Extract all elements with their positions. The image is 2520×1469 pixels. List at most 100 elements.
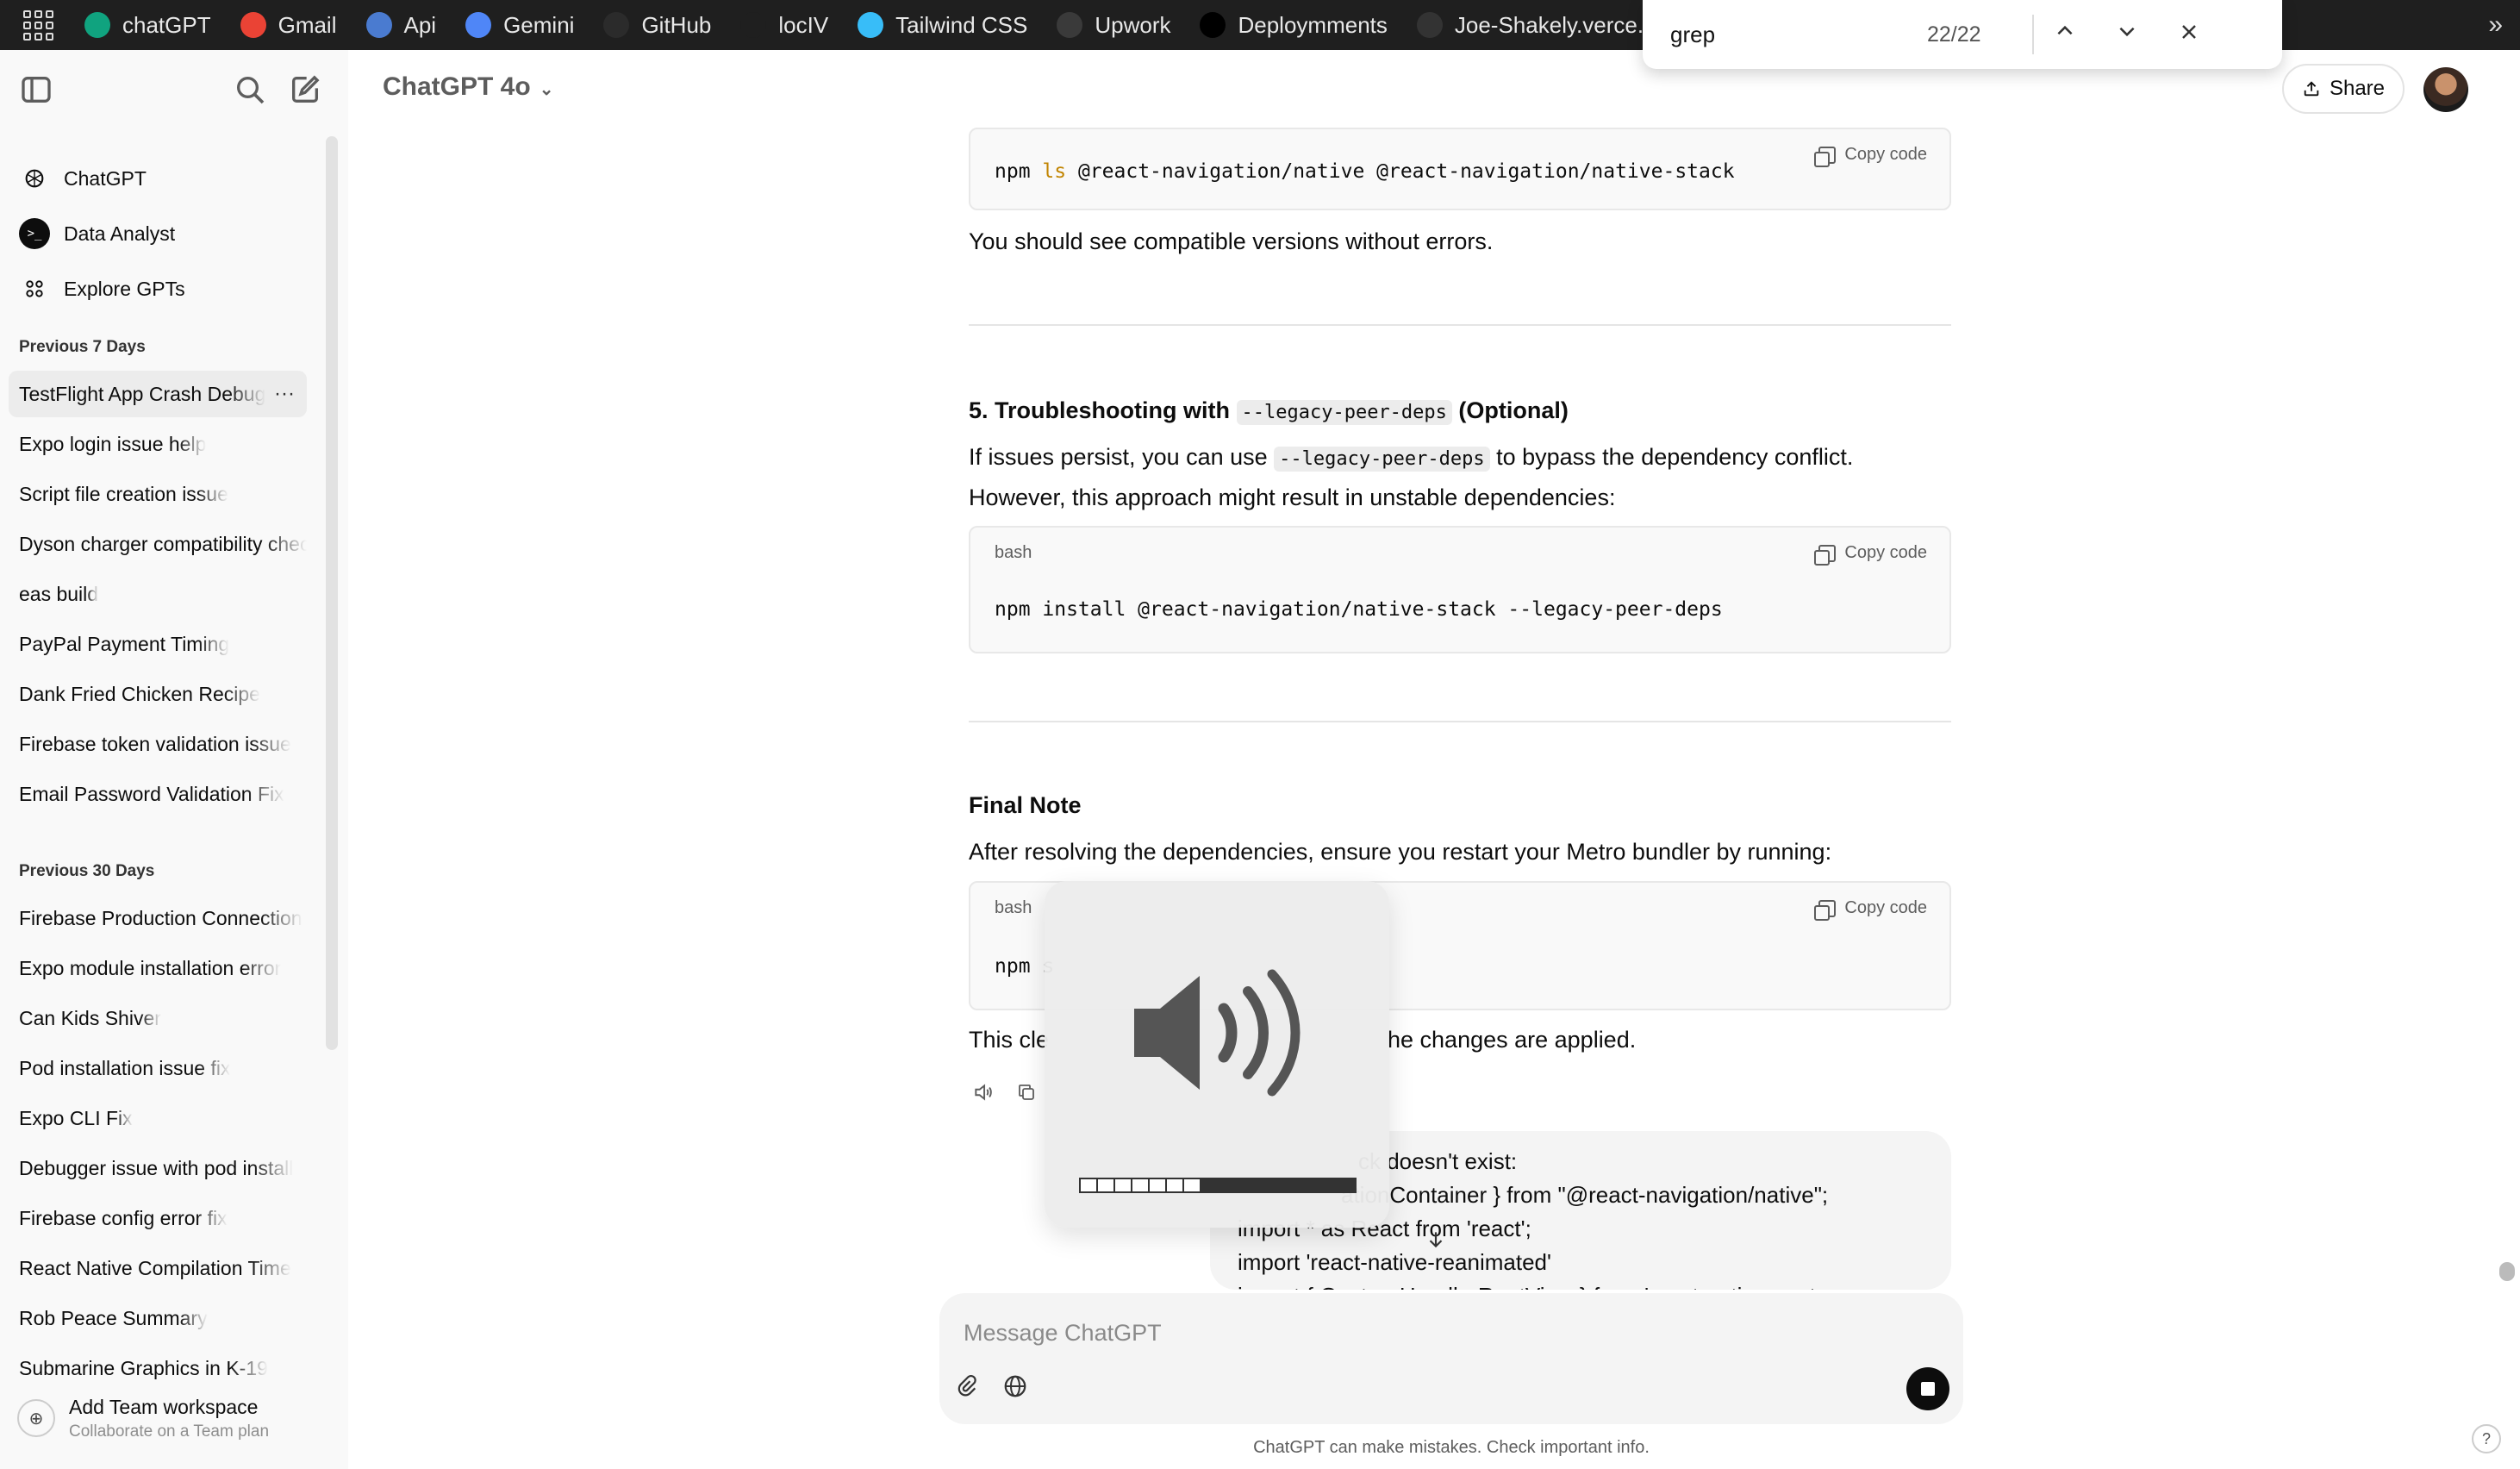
bookmark-gmail[interactable]: Gmail xyxy=(240,12,337,39)
upwork-icon xyxy=(1057,12,1083,38)
chat-history-item[interactable]: Submarine Graphics in K-19 xyxy=(9,1345,307,1391)
chat-history-item[interactable]: Firebase Production Connection xyxy=(9,895,307,941)
find-input[interactable]: grep xyxy=(1670,22,1894,48)
bookmark-upwork[interactable]: Upwork xyxy=(1057,12,1170,39)
bookmark-api[interactable]: Api xyxy=(365,11,437,39)
bookmark-label: Api xyxy=(403,11,437,38)
chat-history-item[interactable]: Dank Fried Chicken Recipe xyxy=(9,671,307,717)
bookmark-gemini[interactable]: Gemini xyxy=(465,12,574,39)
sidebar-gpt-explore[interactable]: Explore GPTs xyxy=(9,266,307,312)
api-icon xyxy=(365,12,392,38)
copy-message-icon[interactable] xyxy=(1014,1079,1039,1105)
find-next-button[interactable] xyxy=(2096,20,2158,49)
copy-code-button[interactable]: Copy code xyxy=(1814,898,1927,921)
volume-segment xyxy=(1305,1179,1322,1191)
copy-code-label: Copy code xyxy=(1844,145,1927,164)
bookmark-deploymments[interactable]: Deploymments xyxy=(1200,11,1388,39)
chat-history-item[interactable]: eas build xyxy=(9,571,307,617)
chat-title: Expo login issue help xyxy=(19,432,207,455)
grid-icon xyxy=(19,273,50,304)
inline-code: --legacy-peer-deps xyxy=(1274,447,1490,472)
attach-button[interactable] xyxy=(950,1369,984,1403)
code-language: bash xyxy=(995,543,1032,562)
more-options-icon[interactable]: ··· xyxy=(274,382,295,406)
sidebar-gpt-data-analyst[interactable]: >_ Data Analyst xyxy=(9,210,307,257)
sidebar-item-label: Data Analyst xyxy=(64,222,176,245)
close-icon xyxy=(2182,25,2196,39)
search-icon[interactable] xyxy=(233,72,267,107)
volume-segment xyxy=(1339,1179,1355,1191)
bookmark-label: Upwork xyxy=(1095,11,1171,38)
inline-code: --legacy-peer-deps xyxy=(1236,400,1452,425)
sidebar: ChatGPT >_ Data Analyst Explore GPTs Pre… xyxy=(0,50,348,1469)
sidebar-header xyxy=(0,50,348,128)
paragraph: After resolving the dependencies, ensure… xyxy=(969,839,1832,865)
divider xyxy=(969,721,1951,722)
read-aloud-icon[interactable] xyxy=(970,1079,996,1105)
copy-code-button[interactable]: Copy code xyxy=(1814,543,1927,566)
volume-segment xyxy=(1219,1179,1236,1191)
web-search-button[interactable] xyxy=(998,1369,1032,1403)
chat-history-item[interactable]: Script file creation issue xyxy=(9,471,307,517)
chat-history-item[interactable]: Rob Peace Summary xyxy=(9,1295,307,1341)
vercel-icon xyxy=(1200,12,1226,38)
bookmark-label: Joe-Shakely.verce... xyxy=(1454,11,1656,38)
bookmark-chatgpt[interactable]: chatGPT xyxy=(84,12,211,39)
chat-history-item[interactable]: Pod installation issue fix xyxy=(9,1045,307,1091)
new-chat-icon[interactable] xyxy=(288,72,322,107)
volume-segment xyxy=(1115,1179,1132,1191)
chat-title: PayPal Payment Timing xyxy=(19,632,230,655)
bookmark-github[interactable]: GitHub xyxy=(603,12,711,39)
share-button[interactable]: Share xyxy=(2282,64,2405,114)
chat-history-item[interactable]: Debugger issue with pod install xyxy=(9,1145,307,1191)
chat-history-item[interactable]: Expo login issue help xyxy=(9,421,307,467)
apps-grid-icon[interactable] xyxy=(19,9,57,41)
help-button[interactable]: ? xyxy=(2472,1424,2501,1453)
chat-history-item[interactable]: Expo module installation error xyxy=(9,945,307,991)
copy-code-label: Copy code xyxy=(1844,898,1927,917)
chevron-up-icon xyxy=(2057,25,2073,35)
chat-history-item[interactable]: Can Kids Shiver xyxy=(9,995,307,1041)
find-prev-button[interactable] xyxy=(2034,20,2096,49)
chat-history-item[interactable]: Expo CLI Fix xyxy=(9,1095,307,1141)
find-close-button[interactable] xyxy=(2158,20,2220,49)
sidebar-gpt-chatgpt[interactable]: ChatGPT xyxy=(9,155,307,202)
github-icon xyxy=(603,12,630,38)
add-team-workspace-button[interactable]: ⊕ Add Team workspace Collaborate on a Te… xyxy=(17,1388,327,1448)
scroll-down-button[interactable] xyxy=(1417,1221,1455,1259)
model-selector[interactable]: ChatGPT 4o ⌄ xyxy=(383,72,553,102)
code-line: npm install @react-navigation/native-sta… xyxy=(995,598,1723,621)
site-icon xyxy=(1416,12,1443,38)
section-previous-7-days: Previous 7 Days xyxy=(19,338,146,356)
bookmark-label: Gemini xyxy=(503,11,575,38)
openai-icon xyxy=(19,163,50,194)
bookmark-lociv[interactable]: locIV xyxy=(740,12,828,39)
chat-history-item[interactable]: Email Password Validation Fix xyxy=(9,771,307,817)
chat-history-item[interactable]: Firebase token validation issue xyxy=(9,721,307,767)
bookmark-tailwind-css[interactable]: Tailwind CSS xyxy=(858,12,1027,39)
bookmark-joe-shakely-verce[interactable]: Joe-Shakely.verce... xyxy=(1416,11,1656,39)
page-scrollbar[interactable] xyxy=(2499,1262,2515,1281)
chat-history-item[interactable]: Firebase config error fix xyxy=(9,1195,307,1241)
chat-history-item[interactable]: React Native Compilation Time xyxy=(9,1245,307,1291)
chat-history-item[interactable]: PayPal Payment Timing xyxy=(9,621,307,667)
chat-history-item[interactable]: TestFlight App Crash Debug ··· xyxy=(9,371,307,417)
chat-history-item[interactable]: Dyson charger compatibility check xyxy=(9,521,307,567)
bookmark-label: Deploymments xyxy=(1238,11,1388,38)
find-count: 22/22 xyxy=(1927,22,1981,47)
avatar[interactable] xyxy=(2423,67,2468,112)
sidebar-toggle-icon[interactable] xyxy=(19,72,53,107)
speaker-volume-icon xyxy=(1134,969,1301,1097)
volume-segment xyxy=(1167,1179,1184,1191)
volume-segment xyxy=(1081,1179,1098,1191)
terminal-icon: >_ xyxy=(19,218,50,249)
message-input[interactable] xyxy=(964,1314,1825,1352)
folder-icon xyxy=(740,12,767,38)
message-composer xyxy=(939,1293,1963,1424)
more-bookmarks-icon[interactable]: » xyxy=(2488,10,2503,40)
chat-title: Firebase config error fix xyxy=(19,1206,228,1229)
stop-generating-button[interactable] xyxy=(1906,1367,1949,1410)
paragraph-end: he changes are applied. xyxy=(1388,1027,1637,1053)
copy-code-button[interactable]: Copy code xyxy=(1814,145,1927,167)
sidebar-scrollbar[interactable] xyxy=(326,136,338,1050)
